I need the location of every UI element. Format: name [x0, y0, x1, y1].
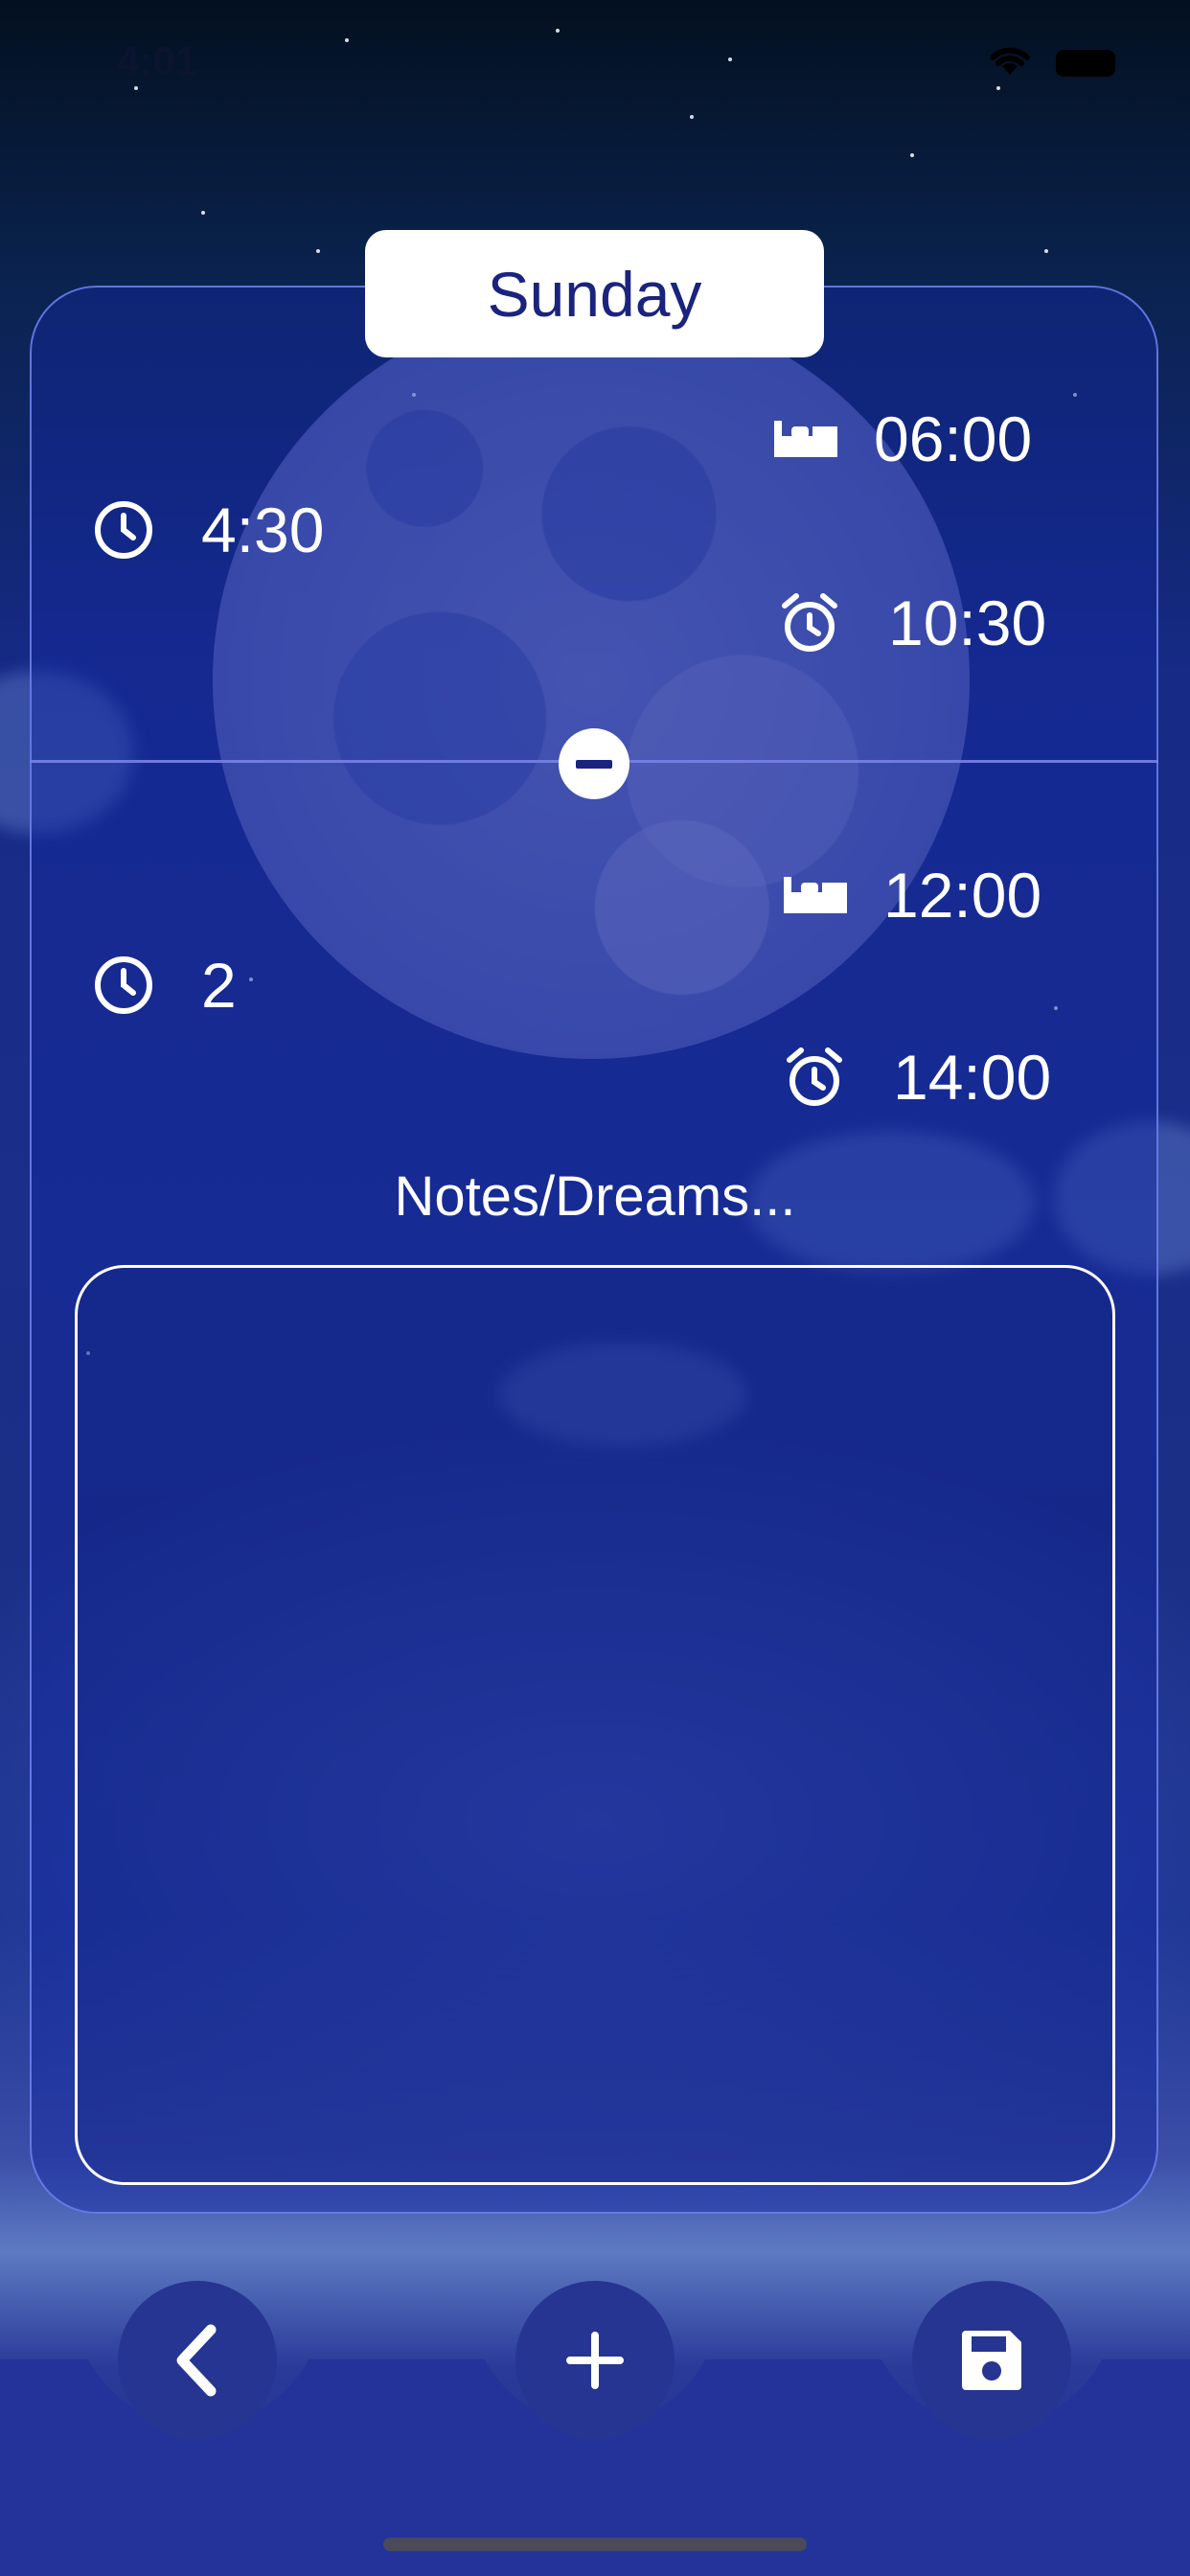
entry-1-duration-value: 4:30 [201, 494, 325, 565]
remove-entry-button[interactable] [559, 728, 629, 799]
entry-1-sleep-time: 06:00 [874, 403, 1033, 474]
entry-2-wake[interactable]: 14:00 [784, 1041, 1051, 1114]
entry-2-duration: 2 [94, 949, 237, 1022]
add-entry-button[interactable] [515, 2281, 675, 2440]
entry-2-wake-time: 14:00 [893, 1042, 1052, 1113]
entry-1-duration: 4:30 [94, 494, 324, 566]
save-button[interactable] [912, 2281, 1071, 2440]
star [910, 153, 914, 157]
minus-circle-icon [576, 759, 612, 769]
entry-1-sleep[interactable]: 06:00 [774, 402, 1032, 475]
bed-icon [774, 421, 837, 457]
chevron-left-icon [176, 2324, 217, 2397]
plus-icon [566, 2332, 624, 2389]
entry-2-duration-value: 2 [201, 950, 237, 1021]
alarm-clock-icon [787, 1047, 842, 1106]
floppy-disk-icon [962, 2331, 1021, 2390]
clock-icon [95, 501, 152, 559]
battery-icon [1056, 50, 1115, 77]
status-bar: 4:01 [0, 0, 1190, 134]
alarm-clock-icon [782, 593, 837, 652]
home-indicator[interactable] [383, 2538, 807, 2551]
notes-label: Notes/Dreams... [394, 1165, 796, 1228]
bed-icon [784, 877, 847, 913]
wifi-icon [990, 47, 1030, 75]
star [316, 249, 320, 253]
back-button[interactable] [118, 2281, 277, 2440]
notes-textarea[interactable] [75, 1265, 1115, 2185]
entry-1-wake[interactable]: 10:30 [779, 586, 1046, 659]
entry-1-wake-time: 10:30 [888, 587, 1047, 658]
day-label: Sunday [487, 258, 702, 330]
star [1044, 249, 1048, 253]
status-time: 4:01 [117, 38, 198, 83]
day-title[interactable]: Sunday [365, 230, 824, 357]
entry-2-sleep[interactable]: 12:00 [784, 859, 1041, 932]
star [201, 211, 205, 215]
clock-icon [95, 956, 152, 1014]
entry-2-sleep-time: 12:00 [883, 860, 1042, 931]
